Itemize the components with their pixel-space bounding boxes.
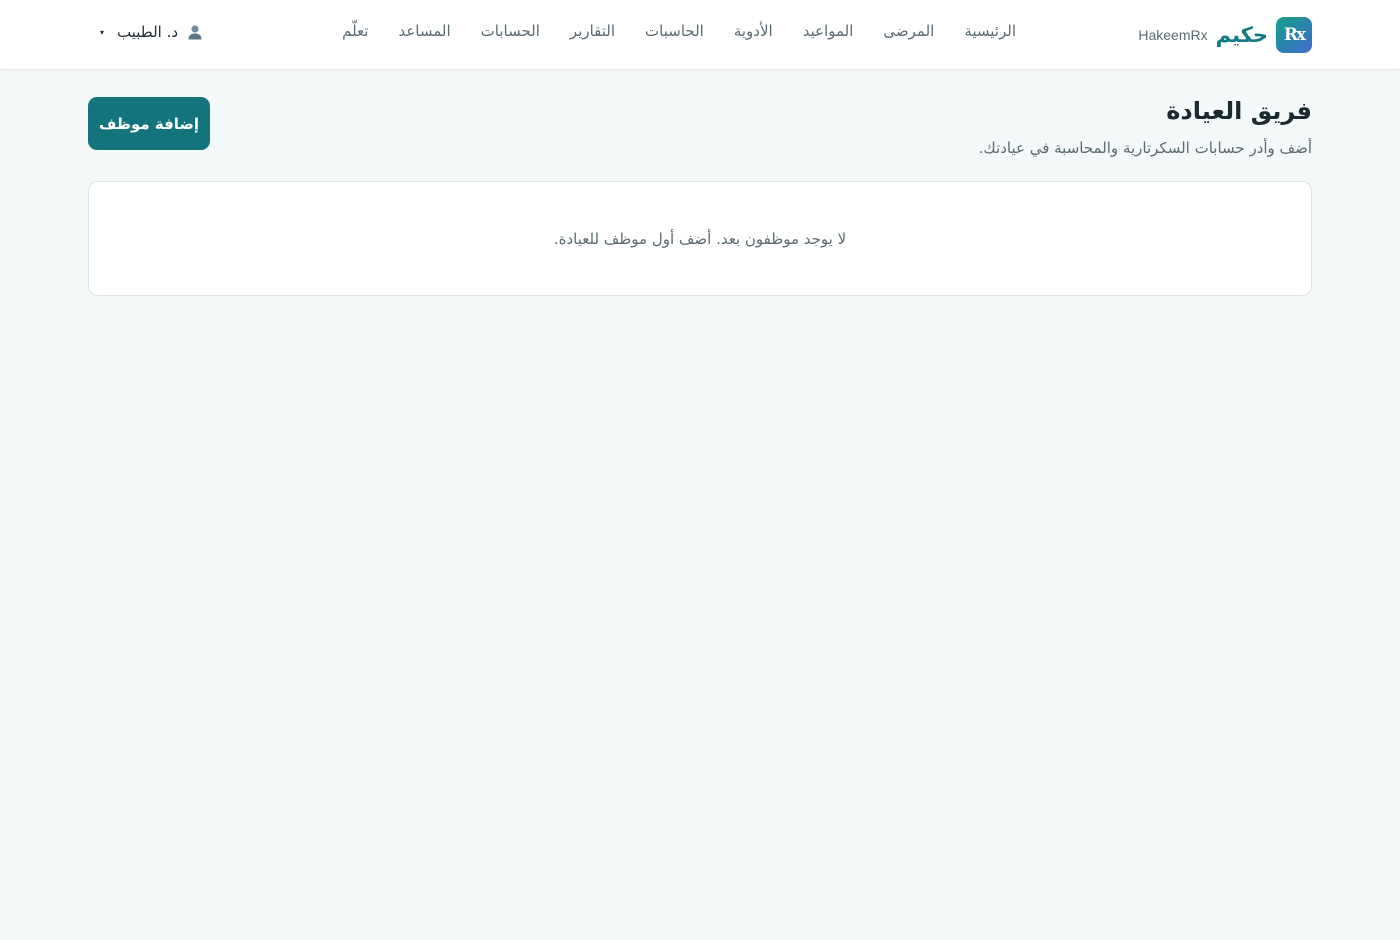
nav-item-medications[interactable]: الأدوية <box>734 22 773 40</box>
user-icon <box>188 25 202 40</box>
top-navbar: Rx حكيم HakeemRx الرئيسية المرضى المواعي… <box>0 0 1400 70</box>
nav-item-assistant[interactable]: المساعد <box>398 22 450 40</box>
nav-item-calculators[interactable]: الحاسبات <box>645 22 704 40</box>
chevron-down-icon: ▾ <box>100 27 105 37</box>
user-name: د. الطبيب <box>117 23 179 41</box>
nav-item-patients[interactable]: المرضى <box>883 22 934 40</box>
brand-name-arabic: حكيم <box>1215 23 1268 47</box>
empty-state-message: لا يوجد موظفون بعد. أضف أول موظف للعيادة… <box>553 229 847 248</box>
team-list-card: لا يوجد موظفون بعد. أضف أول موظف للعيادة… <box>88 181 1312 296</box>
nav-item-appointments[interactable]: المواعيد <box>803 22 854 40</box>
nav-item-accounts[interactable]: الحسابات <box>481 22 540 40</box>
main-nav: الرئيسية المرضى المواعيد الأدوية الحاسبا… <box>342 22 1016 40</box>
page-header: فريق العيادة أضف وأدر حسابات السكرتارية … <box>88 97 1312 167</box>
add-employee-button[interactable]: إضافة موظف <box>88 97 210 150</box>
page-title: فريق العيادة <box>1166 97 1312 125</box>
nav-item-home[interactable]: الرئيسية <box>964 22 1016 40</box>
page-subtitle: أضف وأدر حسابات السكرتارية والمحاسبة في … <box>978 139 1312 157</box>
nav-item-learn[interactable]: تعلّم <box>342 22 368 40</box>
brand[interactable]: Rx حكيم HakeemRx <box>1138 17 1312 53</box>
rx-logo-icon: Rx <box>1276 17 1312 53</box>
user-menu[interactable]: د. الطبيب ▾ <box>100 23 203 41</box>
nav-item-reports[interactable]: التقارير <box>570 22 615 40</box>
brand-name-english: HakeemRx <box>1138 27 1208 43</box>
